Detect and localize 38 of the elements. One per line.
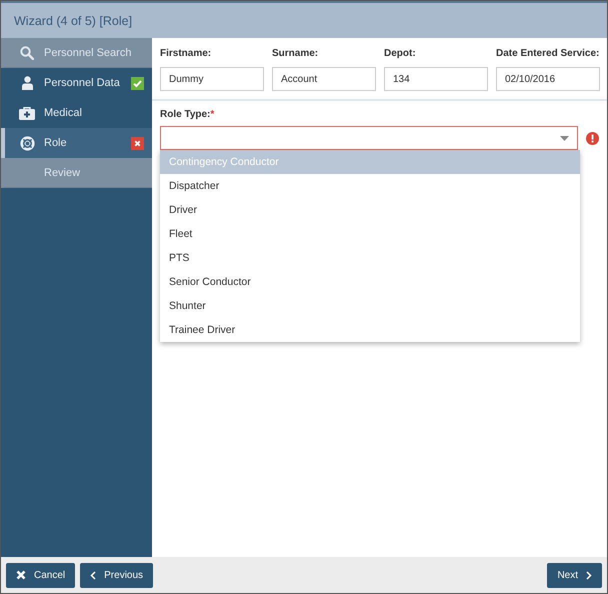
lifebuoy-icon [20,136,34,150]
dropdown-option[interactable]: PTS [160,246,580,270]
sidebar-item-label: Role [44,137,68,149]
sidebar-item[interactable]: Personnel Data [1,68,152,98]
field-label: Date Entered Service: [496,48,600,59]
sidebar-item-label: Medical [44,107,83,119]
sidebar-item[interactable]: Medical [1,98,152,128]
sidebar-item-label: Personnel Data [44,77,121,89]
dropdown-option[interactable]: Dispatcher [160,174,580,198]
sidebar-item-label: Personnel Search [44,46,132,58]
sidebar-item[interactable]: Role [1,128,152,158]
previous-button[interactable]: Previous [80,562,154,588]
input-field[interactable]: Dummy [160,67,264,91]
input-field[interactable]: 134 [384,67,488,91]
sidebar-item-label: Review [44,166,82,178]
next-button[interactable]: Next [547,562,602,588]
search-icon [20,46,34,60]
medical-kit-icon [19,106,35,120]
field-label: Firstname: [160,48,212,59]
caret-icon [560,136,569,140]
person-icon [22,76,32,90]
dropdown-option[interactable]: Trainee Driver [160,318,580,342]
chevron-left-icon [90,570,96,580]
dropdown-option[interactable]: Senior Conductor [160,270,580,294]
field-label: Surname: [272,48,320,59]
dropdown-option[interactable]: Shunter [160,294,580,318]
dropdown-option[interactable]: Fleet [160,222,580,246]
field-label: Role Type:* [160,109,216,120]
close-icon [16,570,26,580]
window-title: Wizard (4 of 5) [Role] [14,14,132,28]
field-label: Depot: [384,48,417,59]
input-field[interactable]: 02/10/2016 [496,67,600,91]
error-icon [586,132,599,144]
cancel-button[interactable]: Cancel [6,562,76,588]
dropdown-option[interactable]: Driver [160,198,580,222]
role-type-dropdown[interactable] [160,126,578,150]
input-field[interactable]: Account [272,67,376,91]
chevron-right-icon [586,570,592,580]
